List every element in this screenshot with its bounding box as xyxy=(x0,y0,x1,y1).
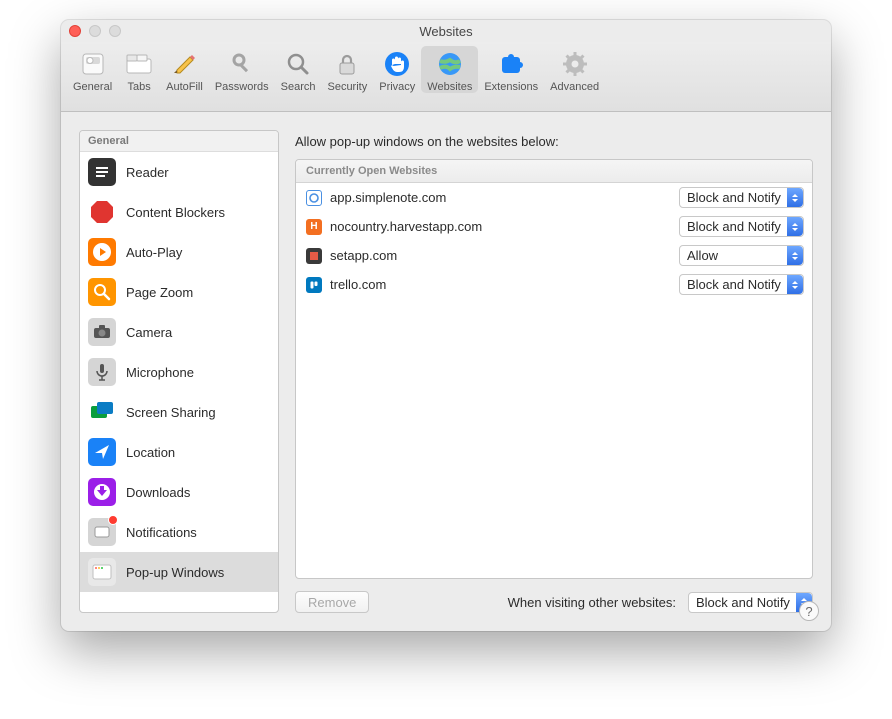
reader-icon xyxy=(88,158,116,186)
sidebar-item-location[interactable]: Location xyxy=(80,432,278,472)
panel-heading: Allow pop-up windows on the websites bel… xyxy=(295,134,813,149)
sidebar-item-camera[interactable]: Camera xyxy=(80,312,278,352)
stepper-icon xyxy=(787,275,803,294)
website-host: trello.com xyxy=(330,277,679,292)
camera-icon xyxy=(88,318,116,346)
sidebar-item-autoplay[interactable]: Auto-Play xyxy=(80,232,278,272)
toolbar-label: Tabs xyxy=(128,81,151,93)
sidebar-item-content-blockers[interactable]: Content Blockers xyxy=(80,192,278,232)
sidebar-item-page-zoom[interactable]: Page Zoom xyxy=(80,272,278,312)
preferences-window: Websites General Tabs AutoFill Passwords… xyxy=(61,20,831,631)
website-host: app.simplenote.com xyxy=(330,190,679,205)
screens-icon xyxy=(88,398,116,426)
window-icon xyxy=(88,558,116,586)
main-panel: Allow pop-up windows on the websites bel… xyxy=(295,130,813,613)
notification-badge-icon xyxy=(108,515,118,525)
toolbar-label: Websites xyxy=(427,81,472,93)
play-icon xyxy=(88,238,116,266)
magnifier-icon xyxy=(283,49,313,79)
toolbar-general[interactable]: General xyxy=(67,46,118,93)
remove-button[interactable]: Remove xyxy=(295,591,369,613)
globe-icon xyxy=(435,49,465,79)
sidebar-item-label: Pop-up Windows xyxy=(126,565,224,580)
sidebar-item-label: Page Zoom xyxy=(126,285,193,300)
sidebar-item-microphone[interactable]: Microphone xyxy=(80,352,278,392)
puzzle-icon xyxy=(496,49,526,79)
policy-select[interactable]: Block and Notify xyxy=(679,274,804,295)
content-area: General Reader Content Blockers Auto-Pla… xyxy=(61,112,831,631)
website-host: nocountry.harvestapp.com xyxy=(330,219,679,234)
toolbar-label: Extensions xyxy=(484,81,538,93)
tabs-icon xyxy=(124,49,154,79)
toolbar-extensions[interactable]: Extensions xyxy=(478,46,544,93)
sidebar-item-label: Auto-Play xyxy=(126,245,182,260)
toolbar-label: AutoFill xyxy=(166,81,203,93)
pencil-icon xyxy=(169,49,199,79)
sidebar-item-popup-windows[interactable]: Pop-up Windows xyxy=(80,552,278,592)
microphone-icon xyxy=(88,358,116,386)
toolbar-label: Search xyxy=(281,81,316,93)
key-icon xyxy=(227,49,257,79)
toolbar-label: Advanced xyxy=(550,81,599,93)
titlebar: Websites xyxy=(61,20,831,42)
toolbar-tabs[interactable]: Tabs xyxy=(118,46,160,93)
other-websites-label: When visiting other websites: xyxy=(508,595,676,610)
favicon-icon xyxy=(306,277,322,293)
toolbar-label: General xyxy=(73,81,112,93)
toolbar-label: Privacy xyxy=(379,81,415,93)
hand-icon xyxy=(382,49,412,79)
sidebar-item-label: Content Blockers xyxy=(126,205,225,220)
window-title: Websites xyxy=(61,24,831,39)
arrow-icon xyxy=(88,438,116,466)
toolbar-websites[interactable]: Websites xyxy=(421,46,478,93)
website-row[interactable]: H nocountry.harvestapp.com Block and Not… xyxy=(296,212,812,241)
help-button[interactable]: ? xyxy=(799,601,819,621)
list-header: Currently Open Websites xyxy=(296,160,812,183)
sidebar-item-label: Screen Sharing xyxy=(126,405,216,420)
website-row[interactable]: app.simplenote.com Block and Notify xyxy=(296,183,812,212)
download-icon xyxy=(88,478,116,506)
stepper-icon xyxy=(787,188,803,207)
favicon-icon xyxy=(306,248,322,264)
favicon-icon xyxy=(306,190,322,206)
sidebar-item-label: Camera xyxy=(126,325,172,340)
policy-select[interactable]: Block and Notify xyxy=(679,216,804,237)
footer-row: Remove When visiting other websites: Blo… xyxy=(295,591,813,613)
sidebar-item-downloads[interactable]: Downloads xyxy=(80,472,278,512)
lock-icon xyxy=(332,49,362,79)
stepper-icon xyxy=(787,246,803,265)
sidebar-item-label: Downloads xyxy=(126,485,190,500)
favicon-icon: H xyxy=(306,219,322,235)
toolbar-passwords[interactable]: Passwords xyxy=(209,46,275,93)
toolbar-search[interactable]: Search xyxy=(275,46,322,93)
sidebar-item-reader[interactable]: Reader xyxy=(80,152,278,192)
policy-select[interactable]: Block and Notify xyxy=(679,187,804,208)
sidebar-item-screen-sharing[interactable]: Screen Sharing xyxy=(80,392,278,432)
toolbar-privacy[interactable]: Privacy xyxy=(373,46,421,93)
gear-icon xyxy=(560,49,590,79)
toolbar-advanced[interactable]: Advanced xyxy=(544,46,605,93)
switch-icon xyxy=(78,49,108,79)
sidebar-item-notifications[interactable]: Notifications xyxy=(80,512,278,552)
stop-icon xyxy=(88,198,116,226)
zoom-icon xyxy=(88,278,116,306)
sidebar-item-label: Microphone xyxy=(126,365,194,380)
sidebar-item-label: Reader xyxy=(126,165,169,180)
toolbar-label: Passwords xyxy=(215,81,269,93)
websites-list: Currently Open Websites app.simplenote.c… xyxy=(295,159,813,579)
policy-select[interactable]: Allow xyxy=(679,245,804,266)
toolbar: General Tabs AutoFill Passwords Search S… xyxy=(61,42,831,112)
website-row[interactable]: trello.com Block and Notify xyxy=(296,270,812,299)
website-host: setapp.com xyxy=(330,248,679,263)
sidebar-item-label: Location xyxy=(126,445,175,460)
toolbar-security[interactable]: Security xyxy=(321,46,373,93)
stepper-icon xyxy=(787,217,803,236)
toolbar-label: Security xyxy=(327,81,367,93)
other-policy-select[interactable]: Block and Notify xyxy=(688,592,813,613)
website-row[interactable]: setapp.com Allow xyxy=(296,241,812,270)
sidebar: General Reader Content Blockers Auto-Pla… xyxy=(79,130,279,613)
sidebar-header: General xyxy=(80,131,278,152)
toolbar-autofill[interactable]: AutoFill xyxy=(160,46,209,93)
sidebar-item-label: Notifications xyxy=(126,525,197,540)
